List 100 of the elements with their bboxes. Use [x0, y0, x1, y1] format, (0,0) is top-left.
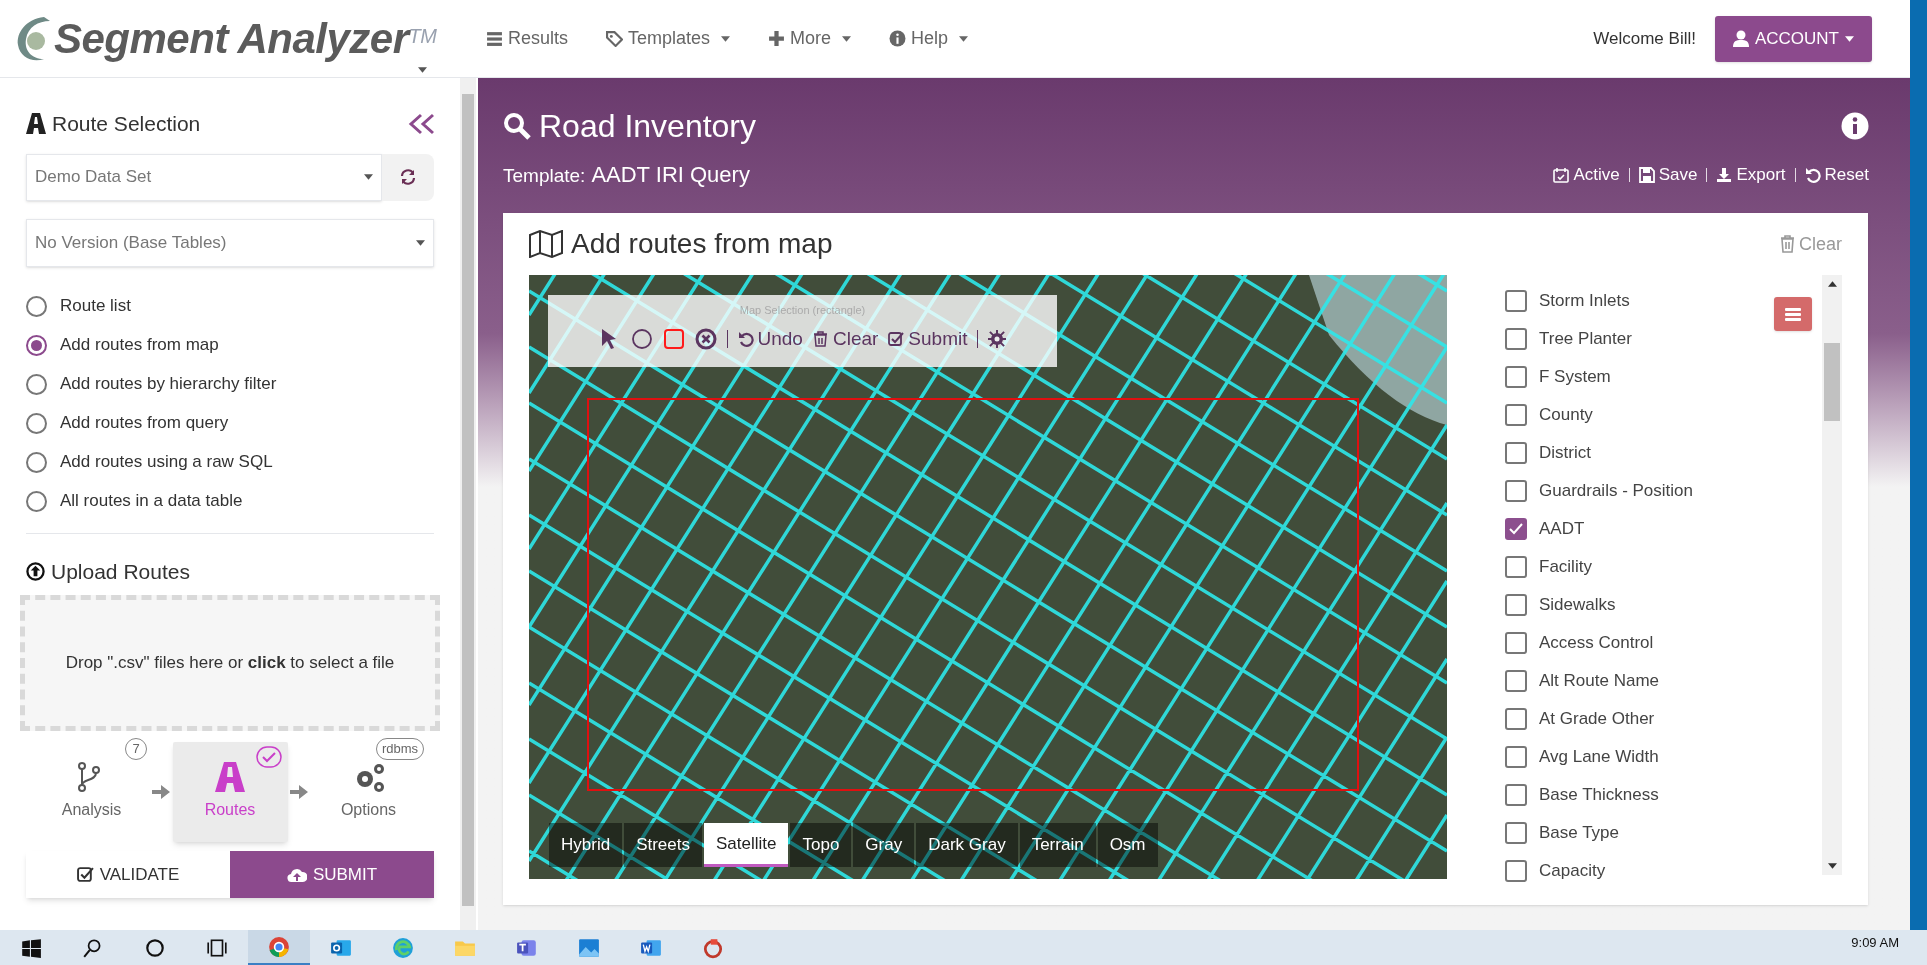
checkbox[interactable] — [1505, 290, 1527, 312]
checkbox[interactable] — [1505, 594, 1527, 616]
step-label: Options — [340, 800, 397, 820]
collapse-icon[interactable] — [408, 112, 436, 135]
menu-button[interactable] — [1774, 297, 1812, 331]
file-drop-zone[interactable]: Drop ".csv" files here or click to select a file — [20, 595, 440, 731]
arrow-right-icon — [151, 784, 170, 800]
checkbox[interactable] — [1505, 708, 1527, 730]
scrollbar-thumb[interactable] — [1824, 343, 1840, 421]
radio-button[interactable] — [26, 412, 47, 434]
basemap-tab[interactable]: Topo — [790, 823, 852, 867]
toolbar-title: Map Selection (rectangle) — [739, 303, 866, 318]
radio-label: All routes in a data table — [60, 490, 243, 513]
checkbox[interactable] — [1505, 746, 1527, 768]
browser-icon[interactable] — [392, 936, 414, 959]
scroll-down-icon — [1827, 863, 1837, 869]
task-view-icon[interactable] — [206, 936, 228, 959]
circle-icon[interactable] — [144, 936, 166, 959]
map-action-link[interactable]: Submit — [888, 324, 968, 353]
checkbox[interactable] — [1505, 784, 1527, 806]
layer-label: Sidewalks — [1539, 594, 1616, 617]
checkbox[interactable] — [1505, 860, 1527, 882]
scrollbar-thumb[interactable] — [462, 94, 474, 906]
account-button[interactable]: ACCOUNT — [1714, 15, 1872, 62]
info-icon[interactable] — [1841, 112, 1869, 140]
checkbox[interactable] — [1505, 480, 1527, 502]
workflow-step[interactable]: Routes — [172, 742, 288, 842]
cancel-circle-icon[interactable] — [694, 327, 717, 350]
map-action-link[interactable]: Undo — [737, 324, 803, 353]
layer-label: Base Thickness — [1539, 784, 1659, 807]
refresh-button[interactable] — [382, 153, 434, 201]
checkbox[interactable] — [1505, 822, 1527, 844]
list-icon — [486, 30, 503, 47]
user-icon — [1732, 30, 1749, 47]
nav-menu-link[interactable]: Templates — [606, 25, 731, 52]
radio-label: Route list — [60, 295, 131, 318]
card-title: Add routes from map — [571, 227, 833, 261]
nav-menu-link[interactable]: Help — [889, 25, 969, 52]
radio-button[interactable] — [26, 451, 47, 473]
radio-button[interactable] — [26, 373, 47, 395]
undo-icon — [737, 330, 754, 347]
checkbox-icon — [76, 866, 94, 883]
caret-icon — [1845, 35, 1854, 42]
template-name: AADT IRI Query — [591, 161, 750, 189]
checkbox[interactable] — [1505, 442, 1527, 464]
checkmark-icon — [1509, 523, 1523, 535]
step-badge: 7 — [125, 738, 147, 760]
validate-button[interactable]: VALIDATE — [26, 851, 230, 898]
toolbar-link[interactable]: Active — [1553, 161, 1620, 188]
toolbar-link[interactable]: Reset — [1804, 161, 1869, 188]
checkbox[interactable] — [1505, 328, 1527, 350]
scrollbar[interactable] — [1822, 275, 1842, 875]
submit-button[interactable]: SUBMIT — [230, 851, 434, 898]
map-action-link[interactable]: Clear — [812, 324, 879, 353]
page-title: Road Inventory — [539, 107, 756, 146]
basemap-tab[interactable]: Terrain — [1019, 823, 1096, 867]
refresh-icon — [400, 169, 416, 185]
nav-menu-link[interactable]: More — [768, 25, 852, 52]
radio-label: Add routes using a raw SQL — [60, 451, 273, 474]
chrome-icon[interactable] — [268, 935, 290, 958]
checkbox[interactable] — [1505, 556, 1527, 578]
circle-icon[interactable] — [630, 327, 653, 350]
radio-button[interactable] — [26, 295, 47, 317]
dataset-select[interactable]: Demo Data Set — [26, 153, 382, 201]
toolbar-link[interactable]: Save — [1638, 161, 1698, 188]
checkbox-icon — [888, 330, 905, 347]
basemap-tab[interactable]: Hybrid — [549, 823, 623, 867]
rectangle-icon[interactable] — [662, 327, 685, 350]
layer-label: AADT — [1539, 518, 1585, 541]
caret-icon — [364, 174, 373, 180]
photos-icon[interactable] — [578, 936, 600, 959]
arrow-right-icon — [290, 784, 309, 800]
checkbox[interactable] — [1505, 632, 1527, 654]
upload-circle-icon — [26, 561, 45, 581]
selection-rectangle[interactable] — [587, 398, 1359, 791]
road-icon — [215, 762, 245, 792]
scrollbar[interactable] — [460, 78, 476, 930]
windows-icon[interactable] — [20, 936, 42, 959]
basemap-tab[interactable]: Osm — [1097, 823, 1158, 867]
checkbox[interactable] — [1505, 518, 1527, 540]
basemap-tab[interactable]: Gray — [853, 823, 915, 867]
section-title: Upload Routes — [51, 558, 190, 585]
tag-icon — [606, 30, 624, 47]
checkbox[interactable] — [1505, 366, 1527, 388]
settings-icon[interactable] — [988, 329, 1007, 348]
toolbar-link[interactable]: Export — [1716, 161, 1786, 188]
radio-button[interactable] — [26, 334, 47, 356]
checkbox[interactable] — [1505, 670, 1527, 692]
version-select[interactable]: No Version (Base Tables) — [26, 218, 434, 267]
basemap-tab[interactable]: Dark Gray — [916, 823, 1018, 867]
checkbox[interactable] — [1505, 404, 1527, 426]
basemap-tab[interactable]: Satellite — [704, 823, 789, 867]
nav-menu-link[interactable]: Results — [486, 25, 569, 52]
cloud-upload-icon — [286, 866, 307, 883]
plus-icon — [768, 30, 786, 47]
app-icon[interactable] — [702, 936, 724, 959]
basemap-tab[interactable]: Streets — [624, 823, 702, 867]
radio-label: Add routes from map — [60, 334, 219, 357]
radio-button[interactable] — [26, 490, 47, 512]
select-value: No Version (Base Tables) — [35, 231, 227, 254]
